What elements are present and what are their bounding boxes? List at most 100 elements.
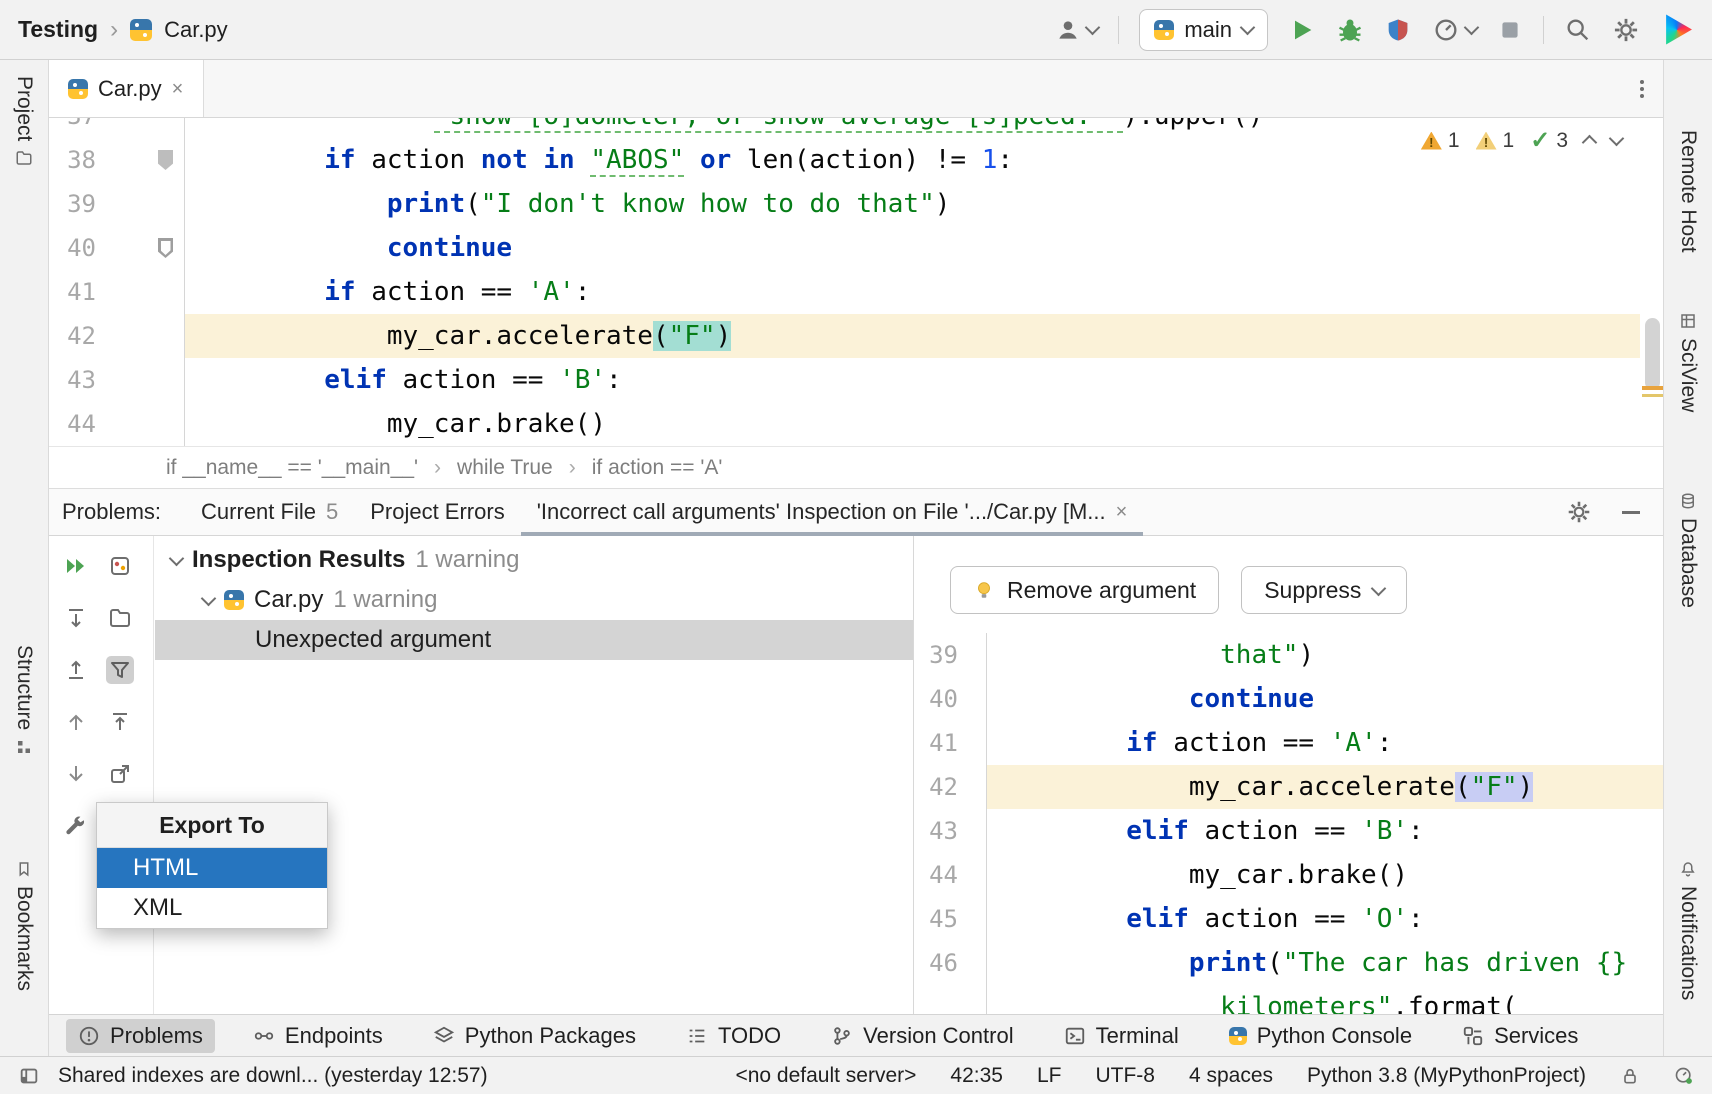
code-line-43[interactable]: 43 elif action == 'B': — [48, 358, 1640, 402]
gutter[interactable] — [136, 402, 184, 446]
stripe-notifications-button[interactable]: Notifications — [1664, 860, 1712, 1000]
export-button[interactable] — [106, 760, 134, 788]
line-number[interactable] — [914, 985, 986, 1014]
line-number[interactable]: 45 — [914, 897, 986, 941]
editor-tab-carpy[interactable]: Car.py × — [48, 60, 204, 117]
scrollbar-weak-warning-marker[interactable] — [1642, 394, 1663, 397]
tree-root-row[interactable]: Inspection Results 1 warning — [155, 540, 913, 580]
toolwindow-services-button[interactable]: Services — [1450, 1019, 1590, 1053]
panel-settings-gear-icon[interactable] — [1566, 499, 1592, 525]
remove-argument-button[interactable]: Remove argument — [950, 566, 1219, 614]
run-button[interactable] — [1288, 16, 1316, 44]
gutter[interactable] — [136, 226, 184, 270]
line-number[interactable]: 44 — [48, 402, 136, 446]
tree-file-row[interactable]: Car.py 1 warning — [155, 580, 913, 620]
encoding-widget[interactable]: UTF-8 — [1095, 1064, 1155, 1088]
breadcrumb-file[interactable]: Car.py — [164, 17, 228, 43]
menu-item-xml[interactable]: XML — [97, 888, 327, 928]
toolwindow-python-console-button[interactable]: Python Console — [1217, 1019, 1424, 1053]
toolwindow-problems-button[interactable]: Problems — [66, 1019, 215, 1053]
expand-all-button[interactable] — [62, 604, 90, 632]
ide-logo-icon[interactable] — [1660, 13, 1694, 47]
gutter[interactable] — [136, 138, 184, 182]
code-line-42[interactable]: 42 my_car.accelerate("F") — [914, 765, 1664, 809]
tab-options-kebab-icon[interactable] — [1640, 80, 1644, 98]
code-line-45[interactable]: 45 elif action == 'O': — [914, 897, 1664, 941]
interpreter-widget[interactable]: Python 3.8 (MyPythonProject) — [1307, 1064, 1586, 1088]
stripe-sciview-button[interactable]: SciView — [1664, 312, 1712, 412]
inspection-settings-wrench-button[interactable] — [62, 812, 90, 840]
preview-editor[interactable]: 39 that")40 continue41 if action == 'A':… — [914, 633, 1664, 1014]
user-menu-button[interactable] — [1055, 17, 1098, 43]
gutter[interactable] — [136, 314, 184, 358]
line-number[interactable]: 37 — [48, 118, 136, 138]
gutter-bookmark-icon[interactable] — [158, 238, 173, 258]
previous-problem-icon[interactable] — [1582, 135, 1598, 151]
line-number[interactable]: 40 — [48, 226, 136, 270]
inspection-widget[interactable]: ! 1 ! 1 ✓ 3 — [1413, 123, 1630, 158]
preview-code-area[interactable]: 39 that")40 continue41 if action == 'A':… — [914, 633, 1664, 1014]
lock-icon[interactable] — [1620, 1066, 1640, 1086]
group-by-directory-button[interactable] — [106, 604, 134, 632]
code-line-partial[interactable]: kilometers".format( — [914, 985, 1664, 1014]
gutter[interactable] — [136, 118, 184, 138]
caret-position-widget[interactable]: 42:35 — [950, 1064, 1003, 1088]
code-line-38[interactable]: 38 if action not in "ABOS" or len(action… — [48, 138, 1640, 182]
line-number[interactable]: 46 — [914, 941, 986, 985]
code-editor[interactable]: 37 "show [o]dometer, or show average [s]… — [48, 118, 1664, 446]
line-number[interactable]: 41 — [48, 270, 136, 314]
menu-item-html[interactable]: HTML — [97, 848, 327, 888]
tab-inspection-results[interactable]: 'Incorrect call arguments' Inspection on… — [521, 489, 1144, 535]
stripe-project-button[interactable]: Project — [0, 76, 48, 167]
code-line-44[interactable]: 44 my_car.brake() — [48, 402, 1640, 446]
tab-project-errors[interactable]: Project Errors — [354, 489, 520, 535]
breadcrumb-project[interactable]: Testing — [18, 16, 98, 43]
code-line-43[interactable]: 43 elif action == 'B': — [914, 809, 1664, 853]
stripe-database-button[interactable]: Database — [1664, 492, 1712, 608]
tool-window-layout-icon[interactable] — [18, 1065, 40, 1087]
default-server-widget[interactable]: <no default server> — [735, 1064, 916, 1088]
profiler-button[interactable] — [1432, 16, 1477, 44]
indent-widget[interactable]: 4 spaces — [1189, 1064, 1273, 1088]
next-problem-button[interactable] — [62, 760, 90, 788]
line-number[interactable]: 39 — [914, 633, 986, 677]
hide-panel-icon[interactable] — [1622, 511, 1640, 514]
code-line-41[interactable]: 41 if action == 'A': — [48, 270, 1640, 314]
stripe-remote-host-button[interactable]: Remote Host — [1664, 130, 1712, 253]
line-number[interactable]: 43 — [914, 809, 986, 853]
chevron-down-icon[interactable] — [201, 590, 217, 606]
run-config-selector[interactable]: main — [1139, 9, 1268, 51]
toolwindow-version-control-button[interactable]: Version Control — [819, 1019, 1025, 1053]
line-number[interactable]: 39 — [48, 182, 136, 226]
gutter[interactable] — [136, 358, 184, 402]
line-number[interactable]: 41 — [914, 721, 986, 765]
search-everywhere-button[interactable] — [1564, 16, 1592, 44]
gutter-bookmark-icon[interactable] — [158, 150, 173, 170]
collapse-all-button[interactable] — [62, 656, 90, 684]
close-tab-icon[interactable]: × — [172, 79, 184, 99]
ok-indicator[interactable]: ✓ 3 — [1530, 126, 1568, 155]
breadcrumb-item[interactable]: if action == 'A' — [592, 456, 723, 480]
code-line-46[interactable]: 46 print("The car has driven {} — [914, 941, 1664, 985]
code-line-37[interactable]: 37 "show [o]dometer, or show average [s]… — [48, 118, 1640, 138]
code-line-44[interactable]: 44 my_car.brake() — [914, 853, 1664, 897]
line-number[interactable]: 38 — [48, 138, 136, 182]
debug-button[interactable] — [1336, 16, 1364, 44]
weak-warning-indicator[interactable]: ! 1 — [1476, 129, 1515, 153]
toolwindow-python-packages-button[interactable]: Python Packages — [421, 1019, 648, 1053]
chevron-down-icon[interactable] — [169, 550, 185, 566]
code-line-39[interactable]: 39 that") — [914, 633, 1664, 677]
gutter[interactable] — [136, 182, 184, 226]
line-number[interactable]: 40 — [914, 677, 986, 721]
rerun-inspection-button[interactable] — [62, 552, 90, 580]
tree-problem-row[interactable]: Unexpected argument — [155, 620, 913, 660]
tab-current-file[interactable]: Current File 5 — [185, 489, 354, 535]
code-line-42[interactable]: 42 my_car.accelerate("F") — [48, 314, 1640, 358]
filter-button[interactable] — [106, 656, 134, 684]
code-line-40[interactable]: 40 continue — [914, 677, 1664, 721]
toolwindow-terminal-button[interactable]: Terminal — [1052, 1019, 1191, 1053]
line-separator-widget[interactable]: LF — [1037, 1064, 1062, 1088]
scrollbar-warning-marker[interactable] — [1642, 386, 1663, 390]
stripe-structure-button[interactable]: Structure — [0, 645, 48, 756]
close-tab-icon[interactable]: × — [1116, 502, 1128, 522]
